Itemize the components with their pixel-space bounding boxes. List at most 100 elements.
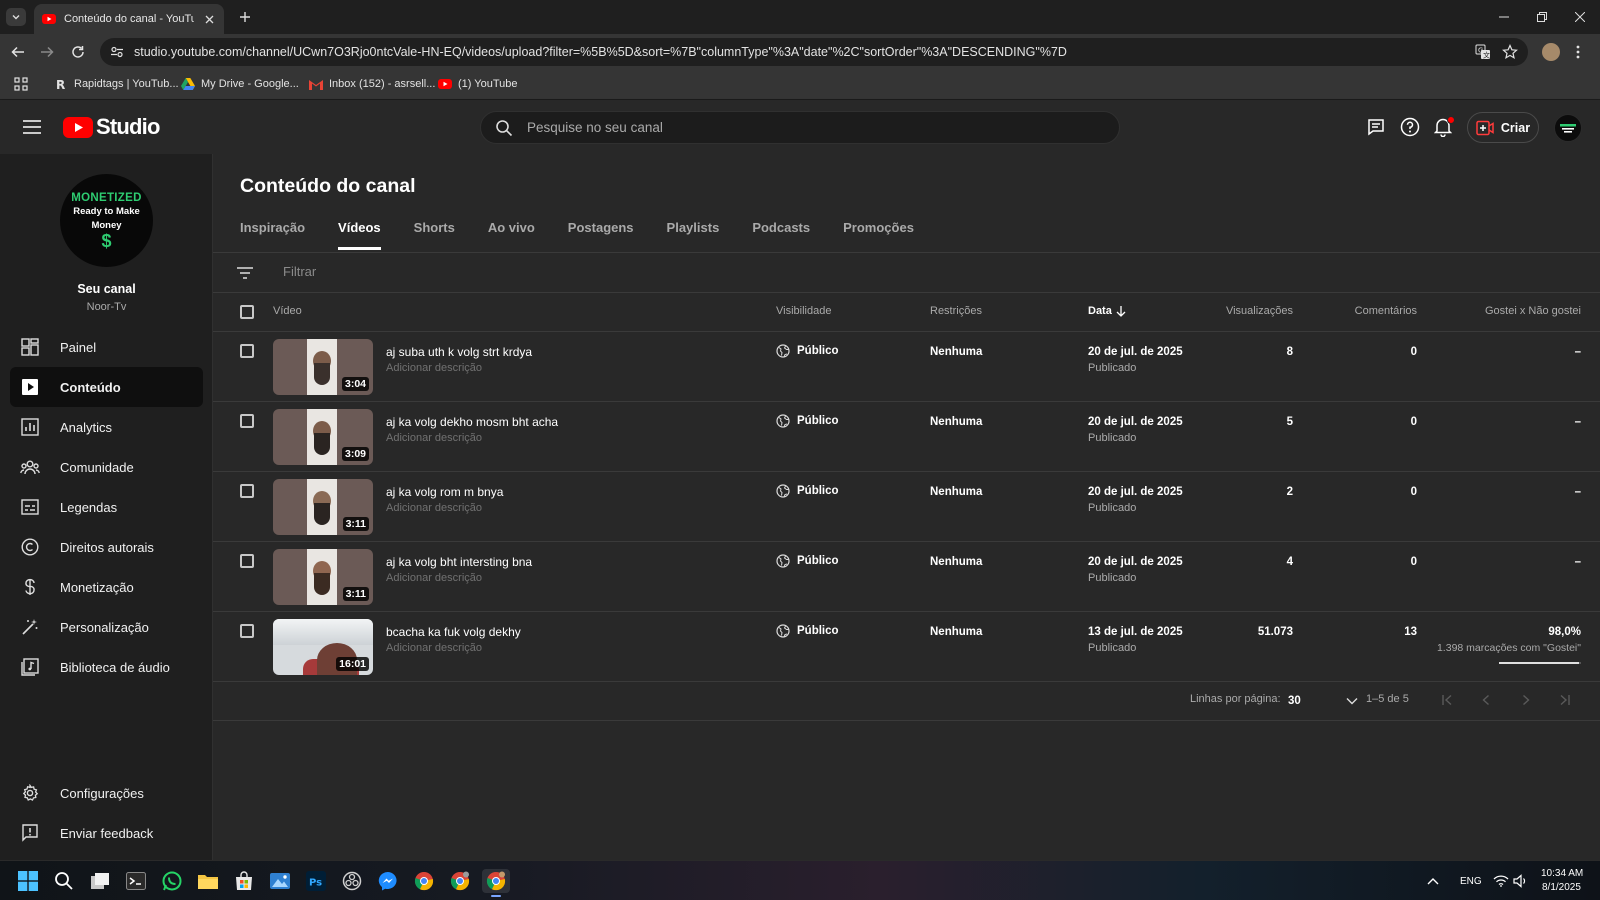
select-all-checkbox[interactable]	[240, 305, 254, 319]
table-row[interactable]: 3:11 aj ka volg bht intersting bna Adici…	[213, 542, 1600, 612]
tab-podcasts[interactable]: Podcasts	[752, 212, 810, 250]
chrome-profile-icon[interactable]	[448, 869, 472, 893]
tab-ao-vivo[interactable]: Ao vivo	[488, 212, 535, 250]
photoshop-icon[interactable]: Ps	[304, 869, 328, 893]
channel-avatar[interactable]: MONETIZED Ready to Make Money $	[60, 174, 153, 267]
whatsapp-icon[interactable]	[160, 869, 184, 893]
sidebar-item-comunidade[interactable]: Comunidade	[10, 447, 203, 487]
video-thumbnail[interactable]: 3:04	[273, 339, 373, 395]
task-view-icon[interactable]	[88, 869, 112, 893]
filter-input[interactable]	[283, 264, 583, 279]
video-title[interactable]: aj suba uth k volg strt krdya	[386, 345, 532, 359]
tab-playlists[interactable]: Playlists	[667, 212, 720, 250]
channel-search[interactable]	[480, 111, 1120, 144]
video-description[interactable]: Adicionar descrição	[386, 642, 482, 654]
volume-icon[interactable]	[1512, 869, 1530, 893]
sidebar-item-configuracoes[interactable]: Configurações	[10, 773, 203, 813]
reload-button[interactable]	[68, 42, 88, 62]
messages-icon[interactable]	[1364, 115, 1388, 139]
visibility-cell[interactable]: Público	[776, 484, 839, 498]
menu-icon[interactable]	[20, 115, 44, 139]
sidebar-item-monetizacao[interactable]: Monetização	[10, 567, 203, 607]
tab-promocoes[interactable]: Promoções	[843, 212, 914, 250]
video-description[interactable]: Adicionar descrição	[386, 362, 482, 374]
bookmark-gmail[interactable]: Inbox (152) - asrsell...	[309, 77, 435, 91]
video-thumbnail[interactable]: 3:11	[273, 479, 373, 535]
tab-inspiracao[interactable]: Inspiração	[240, 212, 305, 250]
column-header-visibility[interactable]: Visibilidade	[776, 305, 831, 317]
video-thumbnail[interactable]: 16:01	[273, 619, 373, 675]
column-header-comments[interactable]: Comentários	[1355, 305, 1417, 317]
windows-start-icon[interactable]	[16, 869, 40, 893]
bookmark-youtube[interactable]: (1) YouTube	[438, 77, 518, 91]
video-description[interactable]: Adicionar descrição	[386, 502, 482, 514]
forward-button[interactable]	[37, 42, 57, 62]
search-icon[interactable]	[52, 869, 76, 893]
youtube-studio-logo[interactable]: Studio	[63, 114, 160, 140]
previous-page-icon[interactable]	[1477, 691, 1495, 709]
visibility-cell[interactable]: Público	[776, 554, 839, 568]
last-page-icon[interactable]	[1556, 691, 1574, 709]
microsoft-store-icon[interactable]	[232, 869, 256, 893]
row-checkbox[interactable]	[240, 484, 254, 498]
table-row[interactable]: 3:11 aj ka volg rom m bnya Adicionar des…	[213, 472, 1600, 542]
table-row[interactable]: 3:09 aj ka volg dekho mosm bht acha Adic…	[213, 402, 1600, 472]
search-input[interactable]	[527, 120, 1087, 135]
video-thumbnail[interactable]: 3:09	[273, 409, 373, 465]
table-row[interactable]: 16:01 bcacha ka fuk volg dekhy Adicionar…	[213, 612, 1600, 682]
sidebar-item-personalizacao[interactable]: Personalização	[10, 607, 203, 647]
first-page-icon[interactable]	[1438, 691, 1456, 709]
video-title[interactable]: aj ka volg bht intersting bna	[386, 555, 532, 569]
video-title[interactable]: bcacha ka fuk volg dekhy	[386, 625, 521, 639]
tab-videos[interactable]: Vídeos	[338, 212, 381, 250]
row-checkbox[interactable]	[240, 344, 254, 358]
rows-per-page-select[interactable]: 30	[1288, 691, 1358, 711]
bookmark-google-drive[interactable]: My Drive - Google...	[181, 77, 299, 91]
chrome-active-icon[interactable]	[482, 869, 510, 897]
site-info-icon[interactable]	[110, 45, 124, 59]
sidebar-item-painel[interactable]: Painel	[10, 327, 203, 367]
tab-postagens[interactable]: Postagens	[568, 212, 634, 250]
filter-icon[interactable]	[236, 264, 254, 282]
column-header-date[interactable]: Data	[1088, 305, 1126, 317]
notifications-icon[interactable]	[1431, 115, 1455, 139]
chevron-up-icon[interactable]	[1425, 869, 1441, 893]
video-thumbnail[interactable]: 3:11	[273, 549, 373, 605]
row-checkbox[interactable]	[240, 554, 254, 568]
video-description[interactable]: Adicionar descrição	[386, 572, 482, 584]
column-header-views[interactable]: Visualizações	[1226, 305, 1293, 317]
sidebar-item-direitos-autorais[interactable]: Direitos autorais	[10, 527, 203, 567]
new-tab-button[interactable]	[236, 8, 254, 26]
close-tab-icon[interactable]	[202, 12, 216, 26]
visibility-cell[interactable]: Público	[776, 624, 839, 638]
bookmark-star-icon[interactable]	[1502, 44, 1518, 60]
minimize-button[interactable]	[1492, 6, 1516, 28]
sidebar-item-conteudo[interactable]: Conteúdo	[10, 367, 203, 407]
close-window-button[interactable]	[1568, 6, 1592, 28]
browser-menu-icon[interactable]	[1573, 44, 1583, 60]
sidebar-item-biblioteca-de-audio[interactable]: Biblioteca de áudio	[10, 647, 203, 687]
browser-profile-avatar[interactable]	[1542, 43, 1560, 61]
sidebar-item-enviar-feedback[interactable]: Enviar feedback	[10, 813, 203, 853]
table-row[interactable]: 3:04 aj suba uth k volg strt krdya Adici…	[213, 332, 1600, 402]
column-header-restrictions[interactable]: Restrições	[930, 305, 982, 317]
url-bar[interactable]: studio.youtube.com/channel/UCwn7O3Rjo0nt…	[100, 38, 1528, 66]
clock-date[interactable]: 8/1/2025	[1542, 882, 1581, 893]
column-header-likes[interactable]: Gostei x Não gostei	[1485, 305, 1581, 317]
video-description[interactable]: Adicionar descrição	[386, 432, 482, 444]
row-checkbox[interactable]	[240, 414, 254, 428]
visibility-cell[interactable]: Público	[776, 414, 839, 428]
language-indicator[interactable]: ENG	[1460, 876, 1482, 887]
translate-icon[interactable]: G文	[1475, 44, 1491, 60]
visibility-cell[interactable]: Público	[776, 344, 839, 358]
bookmark-rapidtags[interactable]: R Rapidtags | YouTub...	[54, 77, 179, 91]
clock-time[interactable]: 10:34 AM	[1541, 868, 1583, 879]
sidebar-item-legendas[interactable]: Legendas	[10, 487, 203, 527]
apps-icon[interactable]	[14, 77, 28, 91]
video-title[interactable]: aj ka volg dekho mosm bht acha	[386, 415, 558, 429]
obs-icon[interactable]	[340, 869, 364, 893]
file-explorer-icon[interactable]	[196, 869, 220, 893]
tab-list-button[interactable]	[6, 8, 26, 26]
account-avatar[interactable]	[1554, 114, 1582, 142]
wifi-icon[interactable]	[1492, 869, 1510, 893]
